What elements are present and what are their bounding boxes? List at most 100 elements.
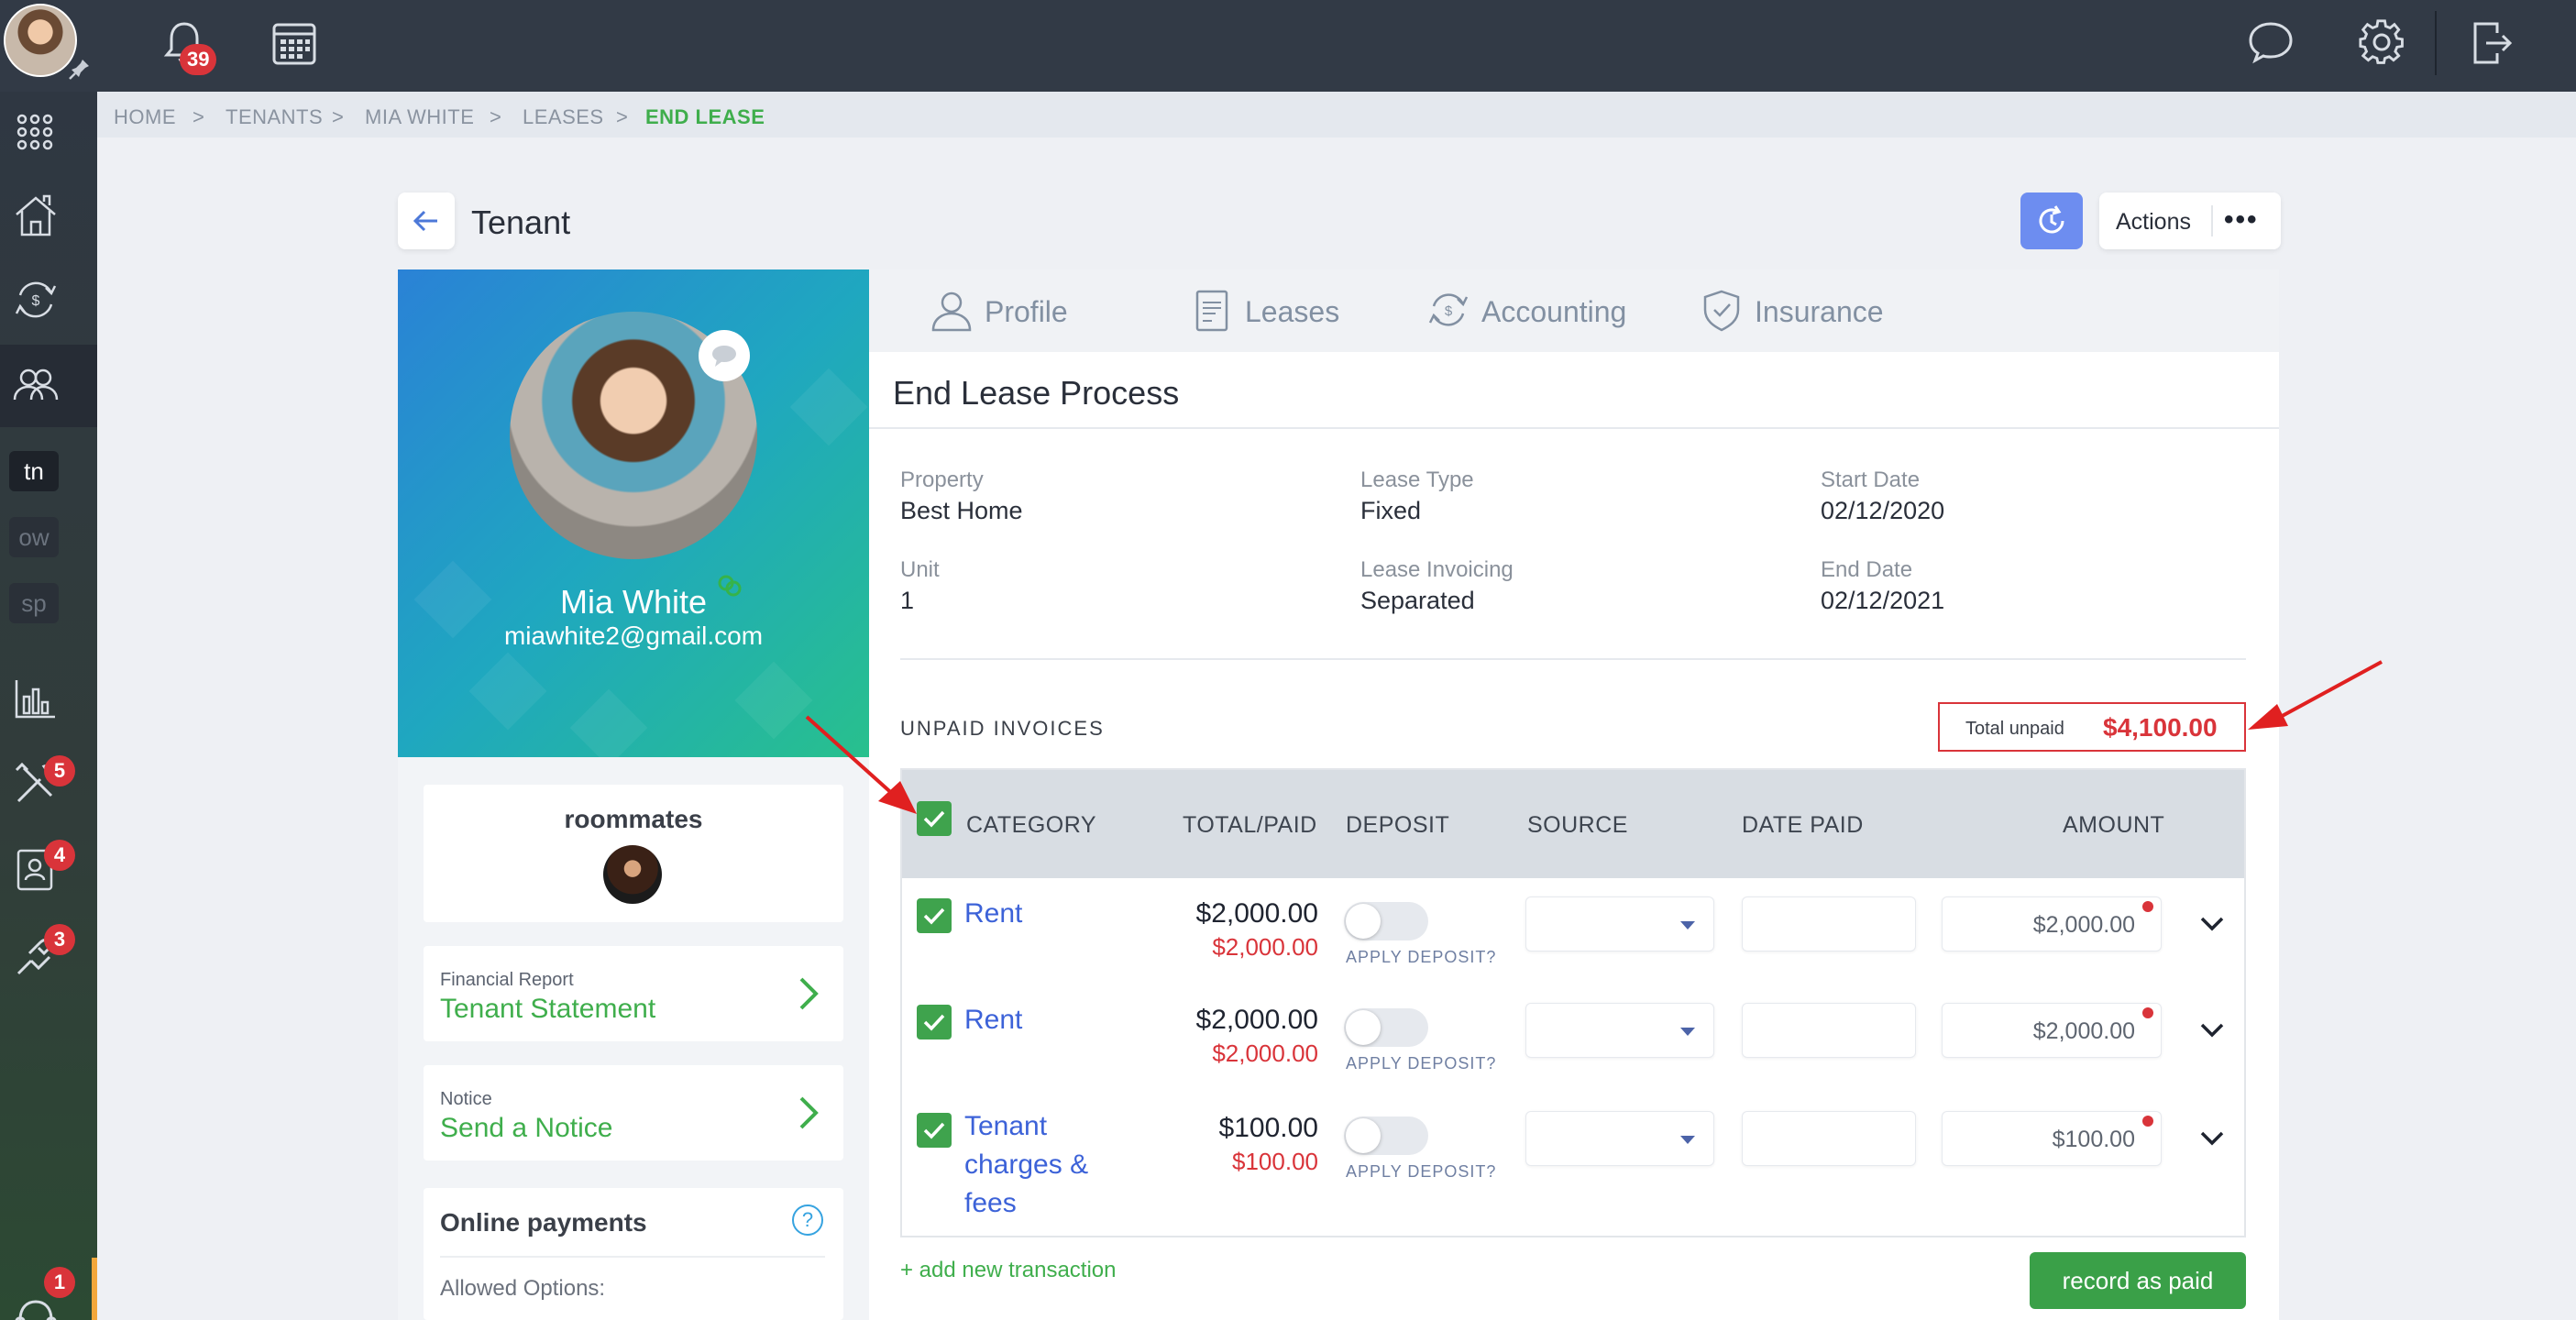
invoice-total: $100.00	[1218, 1113, 1318, 1143]
maintenance-badge: 5	[44, 755, 75, 786]
amount-input[interactable]: $100.00	[1942, 1111, 2162, 1166]
user-icon	[931, 292, 972, 332]
settings-icon[interactable]	[2358, 18, 2405, 66]
tools-badge: 3	[44, 924, 75, 955]
sidebar-item-maintenance[interactable]: 5	[0, 744, 97, 827]
invoice-paid: $2,000.00	[1212, 933, 1318, 961]
record-as-paid-button[interactable]: record as paid	[2030, 1252, 2246, 1309]
amount-value: $2,000.00	[2032, 1018, 2135, 1044]
amount-input[interactable]: $2,000.00	[1942, 1003, 2162, 1058]
document-icon	[1195, 290, 1228, 332]
chevron-down-icon[interactable]	[2198, 1129, 2226, 1148]
history-icon	[2039, 205, 2064, 234]
chevron-down-icon[interactable]	[2198, 1021, 2226, 1040]
tenant-statement-card[interactable]: Financial Report Tenant Statement	[424, 946, 843, 1041]
apply-deposit-toggle[interactable]	[1344, 1008, 1428, 1047]
arrow-left-icon	[413, 210, 437, 232]
total-unpaid-label: Total unpaid	[1965, 719, 2064, 739]
sidebar-item-reports[interactable]	[0, 660, 97, 742]
required-indicator	[2142, 1116, 2153, 1127]
sidebar-item-apps[interactable]	[0, 92, 97, 174]
sidebar-item-tools[interactable]: 3	[0, 913, 97, 996]
tab-profile[interactable]: Profile	[930, 288, 1113, 334]
chat-icon[interactable]	[2246, 18, 2295, 66]
total-unpaid-value: $4,100.00	[2103, 713, 2218, 742]
tab-leases[interactable]: Leases	[1190, 288, 1373, 334]
send-notice-link[interactable]: Send a Notice	[440, 1113, 612, 1144]
sidebar-item-tenants[interactable]	[0, 345, 97, 427]
sidebar-item-support[interactable]: 1	[0, 1267, 97, 1320]
breadcrumb-home[interactable]: HOME	[114, 105, 176, 129]
lease-type-value: Fixed	[1360, 497, 1422, 524]
amount-input[interactable]: $2,000.00	[1942, 896, 2162, 952]
breadcrumb-separator: >	[490, 105, 502, 128]
source-select[interactable]	[1525, 896, 1714, 952]
date-paid-input[interactable]	[1742, 1003, 1916, 1058]
help-icon[interactable]: ?	[792, 1204, 823, 1236]
dropdown-caret-icon	[1680, 1136, 1695, 1144]
lease-invoicing-value: Separated	[1360, 587, 1475, 614]
top-bar: 39	[0, 0, 2576, 92]
roommate-avatar[interactable]	[603, 845, 662, 904]
sidebar-abbr-sp[interactable]: sp	[9, 583, 59, 623]
apply-deposit-toggle[interactable]	[1344, 902, 1428, 940]
source-select[interactable]	[1525, 1003, 1714, 1058]
applications-badge: 4	[44, 840, 75, 871]
property-value: Best Home	[900, 497, 1023, 524]
decorative-tile	[789, 368, 868, 446]
breadcrumb-leases[interactable]: LEASES	[523, 105, 604, 129]
sidebar-item-accounting[interactable]: $	[0, 260, 97, 343]
column-date-paid: DATE PAID	[1742, 812, 1864, 838]
accounting-icon: $	[15, 281, 57, 318]
amount-value: $100.00	[2052, 1127, 2135, 1152]
tab-insurance[interactable]: Insurance	[1700, 288, 1920, 334]
start-date-value: 02/12/2020	[1821, 497, 1945, 524]
column-source: SOURCE	[1527, 812, 1628, 838]
actions-button[interactable]: Actions •••	[2099, 192, 2281, 249]
row-checkbox[interactable]	[917, 1005, 952, 1040]
check-icon	[923, 1122, 945, 1139]
date-paid-input[interactable]	[1742, 896, 1916, 952]
page-title: Tenant	[471, 204, 571, 241]
more-options-icon[interactable]: •••	[2224, 206, 2259, 234]
sidebar-item-applications[interactable]: 4	[0, 829, 97, 911]
user-avatar[interactable]	[4, 4, 77, 77]
photo-chat-button[interactable]	[699, 330, 750, 381]
property-label: Property	[900, 468, 984, 492]
category-link[interactable]: Rent	[964, 1001, 1148, 1040]
tenant-statement-link[interactable]: Tenant Statement	[440, 994, 655, 1025]
breadcrumb-tenant-name[interactable]: MIA WHITE	[365, 105, 474, 129]
row-checkbox[interactable]	[917, 1113, 952, 1148]
apply-deposit-toggle[interactable]	[1344, 1116, 1428, 1155]
chevron-down-icon[interactable]	[2198, 915, 2226, 933]
back-button[interactable]	[398, 192, 455, 249]
add-new-transaction-link[interactable]: + add new transaction	[900, 1258, 1117, 1283]
invoice-paid: $2,000.00	[1212, 1040, 1318, 1067]
breadcrumb-tenants[interactable]: TENANTS	[226, 105, 323, 129]
invoice-total: $2,000.00	[1195, 1005, 1318, 1035]
decorative-tile	[569, 688, 648, 757]
sidebar-abbr-tn[interactable]: tn	[9, 451, 59, 491]
sidebar-abbr-ow[interactable]: ow	[9, 517, 59, 557]
chevron-right-icon	[799, 977, 819, 1010]
sidebar-item-properties[interactable]	[0, 176, 97, 258]
online-payments-title: Online payments	[440, 1208, 647, 1237]
unit-label: Unit	[900, 557, 940, 582]
tab-accounting[interactable]: $ Accounting	[1426, 288, 1683, 334]
pin-icon[interactable]	[68, 57, 92, 81]
section-title: End Lease Process	[893, 374, 1180, 412]
category-link[interactable]: Tenant charges & fees	[964, 1107, 1107, 1223]
logout-icon[interactable]	[2470, 20, 2514, 66]
send-notice-card[interactable]: Notice Send a Notice	[424, 1065, 843, 1160]
actions-divider	[2211, 205, 2213, 236]
reports-icon	[15, 680, 55, 719]
category-link[interactable]: Rent	[964, 895, 1148, 933]
svg-text:$: $	[1445, 303, 1453, 319]
history-button[interactable]	[2020, 192, 2083, 249]
tenant-name: Mia White	[559, 583, 708, 621]
calendar-icon[interactable]	[271, 20, 317, 66]
unpaid-invoices-title: UNPAID INVOICES	[900, 717, 1105, 740]
date-paid-input[interactable]	[1742, 1111, 1916, 1166]
source-select[interactable]	[1525, 1111, 1714, 1166]
row-checkbox[interactable]	[917, 898, 952, 933]
